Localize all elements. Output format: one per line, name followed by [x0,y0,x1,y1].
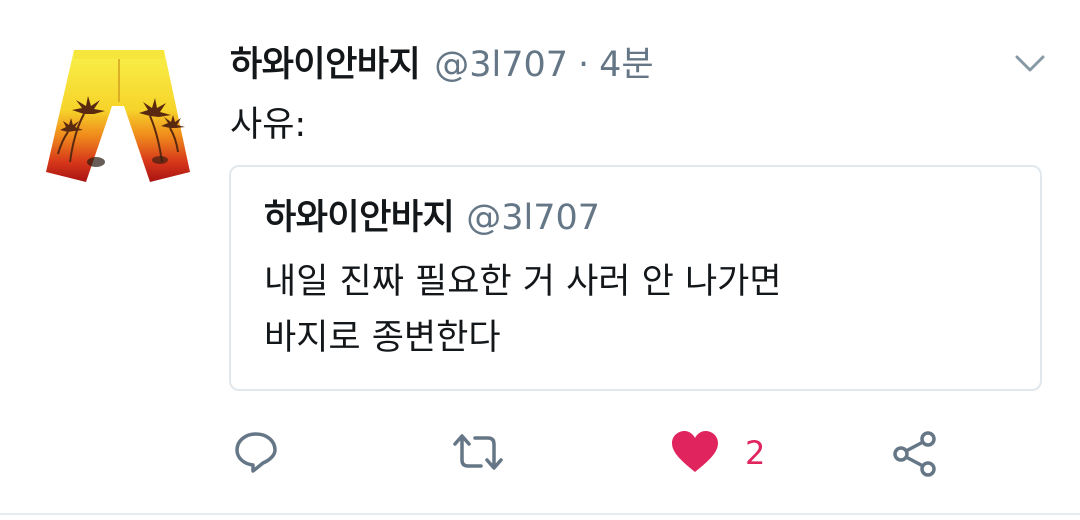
reply-icon [235,432,277,473]
quoted-tweet-header: 하와이안바지 @3l707 [264,189,600,240]
tweet-header: 하와이안바지 @3l707 · 4분 [230,36,654,86]
heart-icon [672,431,718,472]
quoted-text-line: 내일 진짜 필요한 거 사러 안 나가면 [264,262,782,302]
like-button[interactable] [670,430,720,478]
separator-dot: · [578,45,590,85]
quoted-user-handle: @3l707 [466,198,600,238]
hawaiian-shorts-image [46,50,190,182]
display-name[interactable]: 하와이안바지 [230,36,421,87]
user-handle[interactable]: @3l707 [434,45,568,85]
tweet-text: 사유: [230,105,307,145]
tweet: 하와이안바지 @3l707 · 4분 사유: 하와이안바지 @3l707 내일 … [0,0,1080,520]
reply-button[interactable] [233,430,279,478]
quoted-text-line: 바지로 종변한다 [264,318,501,358]
retweet-icon [453,434,503,470]
share-icon [893,431,936,477]
timestamp[interactable]: 4분 [599,36,653,87]
share-button[interactable] [891,430,939,482]
chevron-down-icon[interactable] [1012,50,1048,78]
quoted-display-name: 하와이안바지 [264,198,455,238]
divider [0,513,1080,515]
quoted-tweet[interactable]: 하와이안바지 @3l707 내일 진짜 필요한 거 사러 안 나가면 바지로 종… [229,165,1042,391]
like-count: 2 [745,434,766,472]
avatar[interactable] [40,42,196,198]
retweet-button[interactable] [451,430,505,478]
action-bar: 2 [0,420,1080,480]
